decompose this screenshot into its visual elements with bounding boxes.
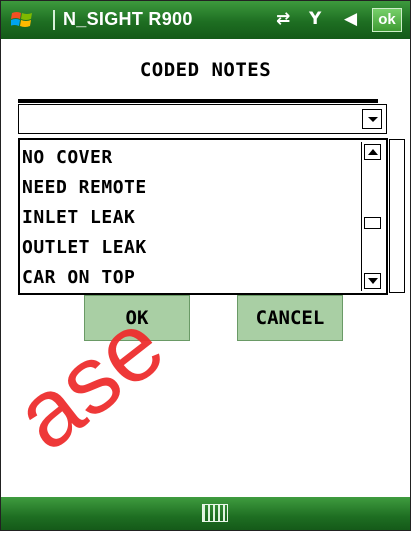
scroll-thumb[interactable]	[364, 217, 381, 229]
title-ok-button[interactable]: ok	[372, 8, 402, 32]
connectivity-icon[interactable]: ⇄	[276, 9, 290, 29]
windows-start-icon[interactable]	[11, 10, 33, 30]
background-scrollbar[interactable]	[389, 139, 405, 293]
app-title: N_SIGHT R900	[63, 9, 193, 29]
scroll-up-icon[interactable]	[364, 144, 381, 160]
page-title: CODED NOTES	[139, 59, 272, 81]
title-separator	[53, 10, 55, 30]
status-bar: N_SIGHT R900 ⇄ Y ◀ ok	[1, 1, 410, 39]
dropdown-list: NO COVER NEED REMOTE INLET LEAK OUTLET L…	[22, 143, 147, 293]
bottom-bar	[1, 497, 410, 530]
coded-notes-dropdown[interactable]: NO COVER NEED REMOTE INLET LEAK OUTLET L…	[18, 138, 388, 295]
title-divider	[18, 99, 378, 103]
list-item[interactable]: OUTLET LEAK	[22, 233, 147, 263]
speaker-icon[interactable]: ◀	[344, 9, 357, 29]
cancel-button[interactable]: CANCEL	[237, 295, 343, 341]
coded-notes-combobox[interactable]	[18, 104, 387, 134]
device-screen: N_SIGHT R900 ⇄ Y ◀ ok CODED NOTES NO COV…	[0, 0, 411, 531]
scroll-down-icon[interactable]	[364, 273, 381, 289]
keyboard-icon[interactable]	[202, 504, 228, 522]
signal-off-icon[interactable]: Y	[309, 9, 321, 29]
list-item[interactable]: NEED REMOTE	[22, 173, 147, 203]
list-item[interactable]: CAR ON TOP	[22, 263, 147, 293]
list-item[interactable]: INLET LEAK	[22, 203, 147, 233]
list-item[interactable]: NO COVER	[22, 143, 147, 173]
dropdown-scrollbar[interactable]	[361, 142, 384, 291]
chevron-down-icon[interactable]	[362, 109, 382, 129]
